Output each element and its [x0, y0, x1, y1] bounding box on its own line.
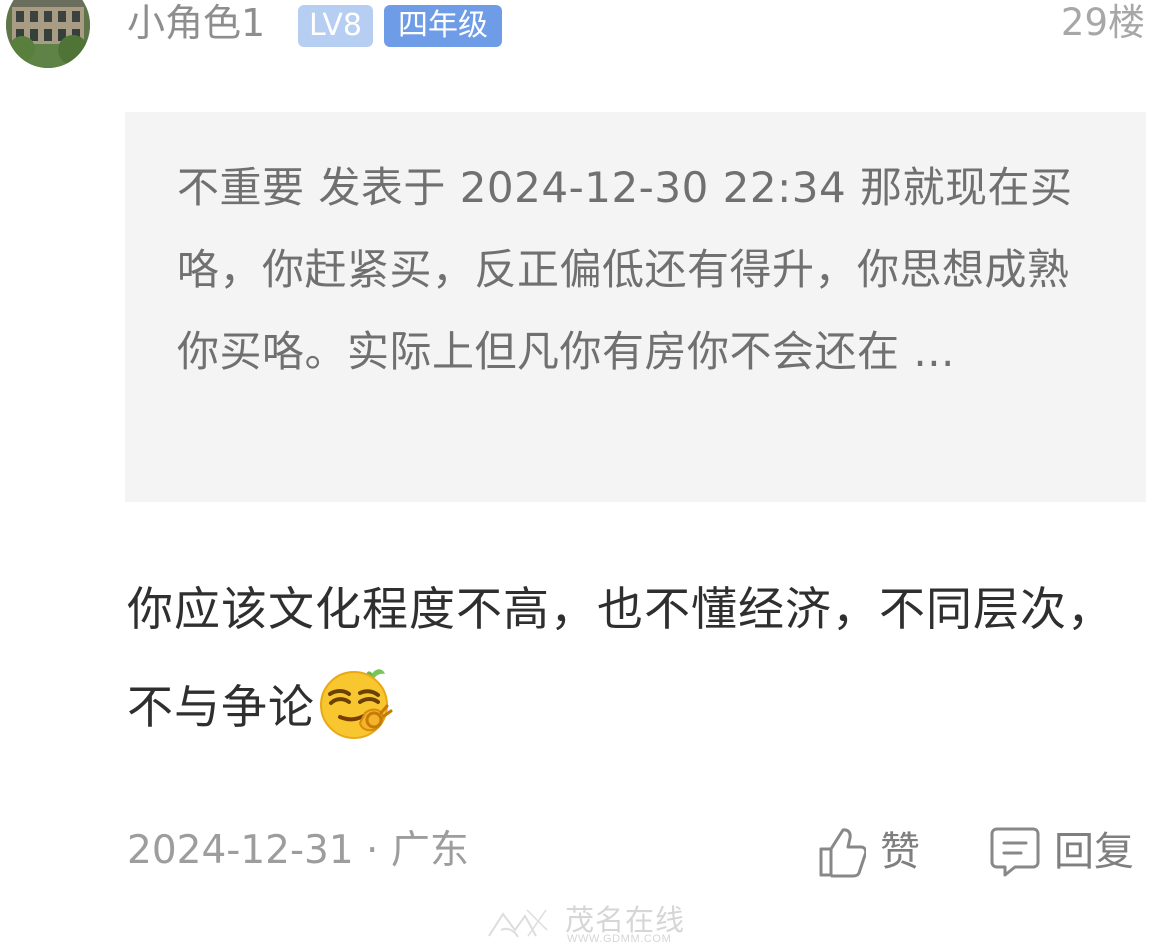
watermark-url: WWW.GDMM.COM: [567, 933, 672, 945]
watermark-logo-icon: [488, 909, 548, 938]
site-watermark: 茂名在线 WWW.GDMM.COM: [485, 906, 690, 946]
watermark-text: 茂名在线: [565, 905, 686, 937]
avatar-building-image: [6, 0, 90, 68]
reply-button[interactable]: 回复: [990, 824, 1134, 880]
comment-text: 你应该文化程度不高，也不懂经济，不同层次，不与争论: [127, 582, 1114, 734]
smirk-ok-hand-emoji-icon: [315, 663, 393, 741]
post-date-location: 2024-12-31 · 广东: [127, 828, 469, 873]
emoji-graphic: [320, 669, 393, 739]
avatar[interactable]: [6, 0, 90, 68]
username[interactable]: 小角色1: [127, 0, 265, 48]
like-label: 赞: [880, 829, 920, 875]
quoted-post[interactable]: 不重要 发表于 2024-12-30 22:34 那就现在买咯，你赶紧买，反正偏…: [125, 112, 1146, 502]
reply-label: 回复: [1054, 829, 1134, 875]
thumbs-up-icon: [818, 826, 866, 878]
grade-badge: 四年级: [384, 5, 502, 47]
comment-body: 你应该文化程度不高，也不懂经济，不同层次，不与争论: [127, 560, 1117, 756]
like-button[interactable]: 赞: [818, 824, 920, 880]
level-badge: LV8: [298, 5, 373, 47]
quoted-post-text: 不重要 发表于 2024-12-30 22:34 那就现在买咯，你赶紧买，反正偏…: [177, 163, 1073, 376]
comment-icon: [990, 826, 1040, 878]
floor-number: 29楼: [1060, 1, 1145, 44]
